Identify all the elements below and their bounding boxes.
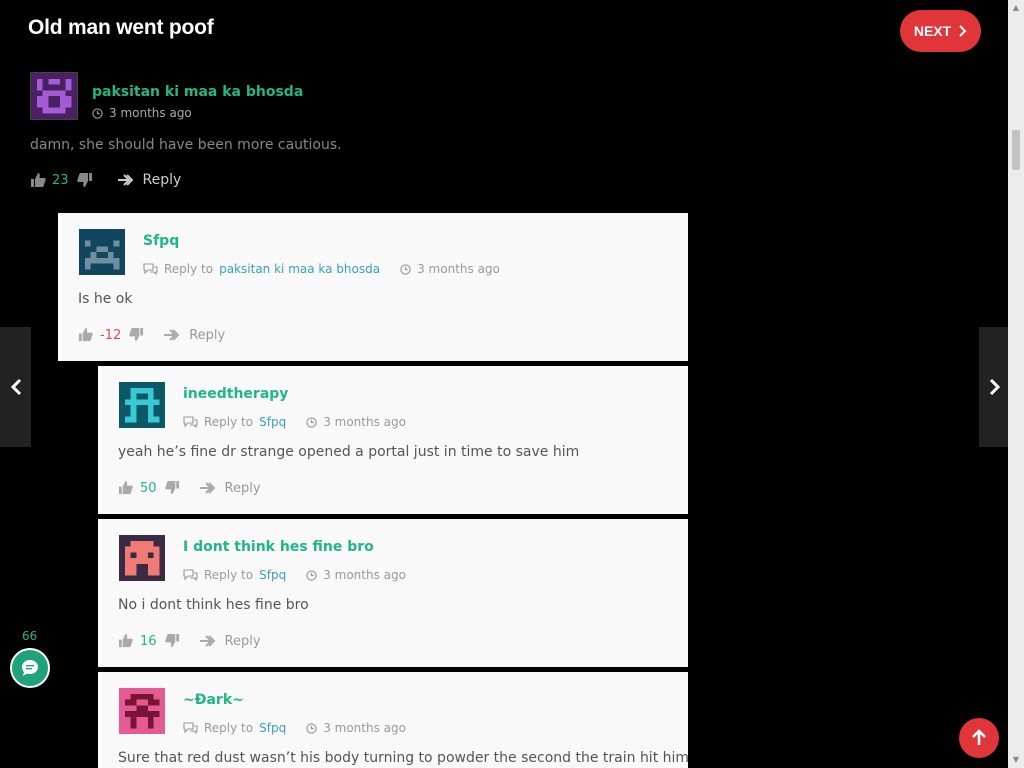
next-post-button[interactable]	[979, 327, 1010, 447]
avatar[interactable]	[119, 382, 165, 428]
comment-meta: Reply to Sfpq 3 months ago	[183, 415, 406, 429]
arrow-up-icon	[972, 729, 986, 745]
reply-arrow-icon	[164, 329, 180, 341]
avatar[interactable]	[30, 72, 78, 120]
scroll-to-top-button[interactable]	[959, 718, 999, 758]
scroll-up-arrow-icon[interactable]: ▲	[1011, 3, 1021, 13]
reply-button[interactable]: Reply	[163, 328, 225, 343]
thumbs-down-icon[interactable]	[76, 172, 93, 188]
comment-author[interactable]: ~Ðark~	[183, 692, 244, 708]
reply-button[interactable]: Reply	[199, 634, 261, 649]
comment-author[interactable]: I dont think hes fine bro	[183, 539, 374, 555]
comment-1: Sfpq Reply to paksitan ki maa ka bhosda …	[58, 213, 688, 361]
comment-author[interactable]: Sfpq	[143, 233, 179, 249]
reply-to-prefix: Reply to	[164, 262, 214, 276]
comment-author[interactable]: paksitan ki maa ka bhosda	[92, 84, 303, 100]
reply-to-prefix: Reply to	[204, 415, 254, 429]
reply-to-link[interactable]: Sfpq	[259, 415, 286, 429]
reply-button[interactable]: Reply	[117, 172, 182, 188]
reply-to-link[interactable]: paksitan ki maa ka bhosda	[219, 262, 380, 276]
comment-meta: Reply to Sfpq 3 months ago	[183, 568, 406, 582]
comment-meta: Reply to Sfpq 3 months ago	[183, 721, 406, 735]
chevron-right-icon	[959, 25, 967, 37]
reply-to-prefix: Reply to	[204, 568, 254, 582]
clock-icon	[306, 722, 317, 734]
reply-label: Reply	[142, 172, 182, 188]
thumbs-down-icon[interactable]	[164, 480, 181, 496]
comment-time: 3 months ago	[323, 415, 406, 429]
next-button[interactable]: NEXT	[900, 10, 981, 52]
comment-4: ~Ðark~ Reply to Sfpq 3 months ago Sure t…	[98, 672, 688, 768]
clock-icon	[92, 107, 103, 119]
vote-count: 50	[140, 480, 157, 496]
chevron-right-icon	[989, 378, 1000, 396]
chevron-left-icon	[10, 378, 21, 396]
speech-bubble-icon	[183, 416, 198, 428]
avatar[interactable]	[79, 229, 125, 275]
thumbs-down-icon[interactable]	[164, 633, 181, 649]
comment-text: yeah he’s fine dr strange opened a porta…	[118, 444, 580, 460]
chat-icon	[22, 660, 38, 676]
comment-actions: 23 Reply	[30, 172, 181, 188]
comment-3: I dont think hes fine bro Reply to Sfpq …	[98, 519, 688, 667]
vote-count: -12	[100, 327, 122, 343]
avatar[interactable]	[119, 535, 165, 581]
comments-button[interactable]	[10, 648, 50, 688]
comment-meta: 3 months ago	[92, 106, 192, 120]
thumbs-up-icon[interactable]	[30, 172, 46, 188]
scrollbar[interactable]	[1008, 0, 1024, 768]
reply-arrow-icon	[199, 635, 215, 647]
avatar[interactable]	[119, 688, 165, 734]
reply-arrow-icon	[199, 482, 215, 494]
comments-count: 66	[22, 629, 38, 643]
comment-time: 3 months ago	[323, 721, 406, 735]
comment-meta: Reply to paksitan ki maa ka bhosda 3 mon…	[143, 262, 500, 276]
speech-bubble-icon	[183, 569, 198, 581]
page-title: Old man went poof	[28, 16, 214, 39]
speech-bubble-icon	[183, 722, 198, 734]
thumbs-up-icon[interactable]	[118, 633, 134, 649]
clock-icon	[400, 263, 411, 275]
comment-text: damn, she should have been more cautious…	[30, 137, 342, 153]
comment-text: Is he ok	[78, 291, 133, 307]
thumbs-down-icon[interactable]	[129, 327, 145, 343]
previous-post-button[interactable]	[0, 327, 31, 447]
comment-text: Sure that red dust wasn’t his body turni…	[118, 750, 688, 766]
speech-bubble-icon	[143, 263, 158, 275]
reply-label: Reply	[224, 633, 261, 649]
reply-to-link[interactable]: Sfpq	[259, 721, 286, 735]
comment-text: No i dont think hes fine bro	[118, 597, 309, 613]
reply-to-prefix: Reply to	[204, 721, 254, 735]
reply-arrow-icon	[117, 174, 133, 186]
comment-2: ineedtherapy Reply to Sfpq 3 months ago …	[98, 366, 688, 514]
comment-time: 3 months ago	[109, 106, 192, 120]
comment-actions: 50 Reply	[118, 480, 261, 496]
next-button-label: NEXT	[913, 23, 952, 39]
vote-count: 23	[52, 172, 69, 188]
comment-author[interactable]: ineedtherapy	[183, 386, 288, 402]
reply-button[interactable]: Reply	[199, 481, 261, 496]
comment-time: 3 months ago	[323, 568, 406, 582]
thumbs-up-icon[interactable]	[78, 327, 94, 343]
vote-count: 16	[140, 633, 157, 649]
reply-label: Reply	[189, 327, 226, 343]
reply-label: Reply	[224, 480, 261, 496]
comment-time: 3 months ago	[417, 262, 500, 276]
thumbs-up-icon[interactable]	[118, 480, 134, 496]
clock-icon	[306, 569, 317, 581]
scrollbar-thumb[interactable]	[1012, 130, 1020, 170]
clock-icon	[306, 416, 317, 428]
comment-actions: -12 Reply	[78, 327, 225, 343]
scroll-down-arrow-icon[interactable]: ▼	[1011, 755, 1021, 765]
comment-actions: 16 Reply	[118, 633, 261, 649]
reply-to-link[interactable]: Sfpq	[259, 568, 286, 582]
